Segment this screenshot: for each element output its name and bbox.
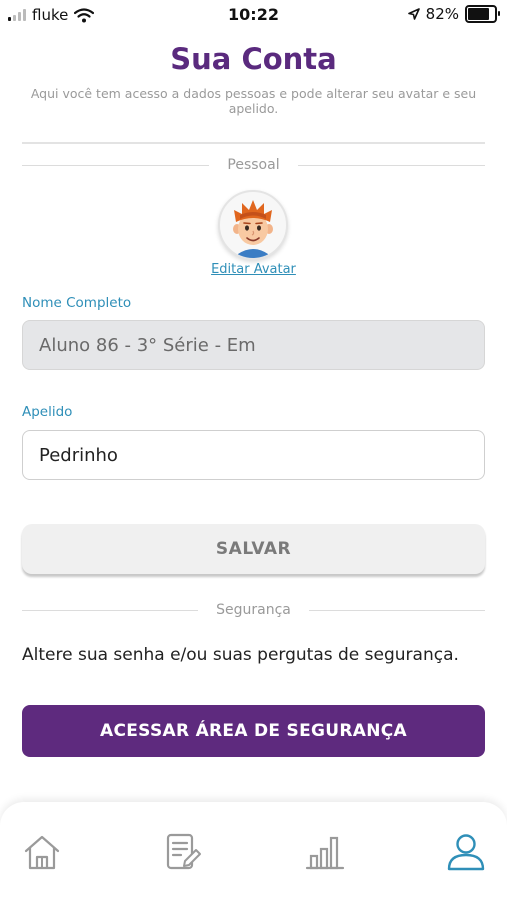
status-bar: fluke 10:22 82% [0, 0, 507, 32]
user-icon [447, 834, 485, 871]
header-divider [22, 142, 485, 144]
battery-percent: 82% [425, 5, 459, 23]
edit-avatar-link[interactable]: Editar Avatar [0, 262, 507, 277]
edit-document-icon [166, 833, 201, 870]
nickname-label: Apelido [22, 404, 73, 420]
page-subtitle: Aqui você tem acesso a dados pessoas e p… [30, 86, 477, 116]
bar-chart-icon [305, 836, 345, 870]
section-divider-personal: Pessoal [22, 155, 485, 175]
boy-avatar-icon [233, 200, 273, 258]
avatar[interactable] [218, 190, 288, 260]
nickname-value: Pedrinho [39, 444, 118, 466]
security-description: Altere sua senha e/ou suas pergutas de s… [22, 645, 459, 665]
save-button[interactable]: SALVAR [22, 524, 485, 574]
full-name-field: Aluno 86 - 3° Série - Em [22, 320, 485, 370]
bottom-nav [0, 802, 507, 900]
page-title: Sua Conta [170, 42, 337, 76]
nickname-input[interactable]: Pedrinho [22, 430, 485, 480]
full-name-value: Aluno 86 - 3° Série - Em [39, 334, 256, 356]
location-icon [407, 8, 420, 20]
nav-item-account[interactable] [444, 830, 488, 874]
status-right: 82% [407, 5, 500, 23]
section-label-personal: Pessoal [227, 157, 280, 173]
home-icon [24, 835, 60, 870]
access-security-button[interactable]: ACESSAR ÁREA DE SEGURANÇA [22, 705, 485, 757]
section-label-security: Segurança [216, 602, 291, 618]
nav-item-activities[interactable] [160, 830, 204, 874]
battery-icon [465, 5, 500, 23]
full-name-label: Nome Completo [22, 295, 132, 311]
nav-item-home[interactable] [20, 830, 64, 874]
section-divider-security: Segurança [22, 600, 485, 620]
nav-item-performance[interactable] [303, 830, 347, 874]
